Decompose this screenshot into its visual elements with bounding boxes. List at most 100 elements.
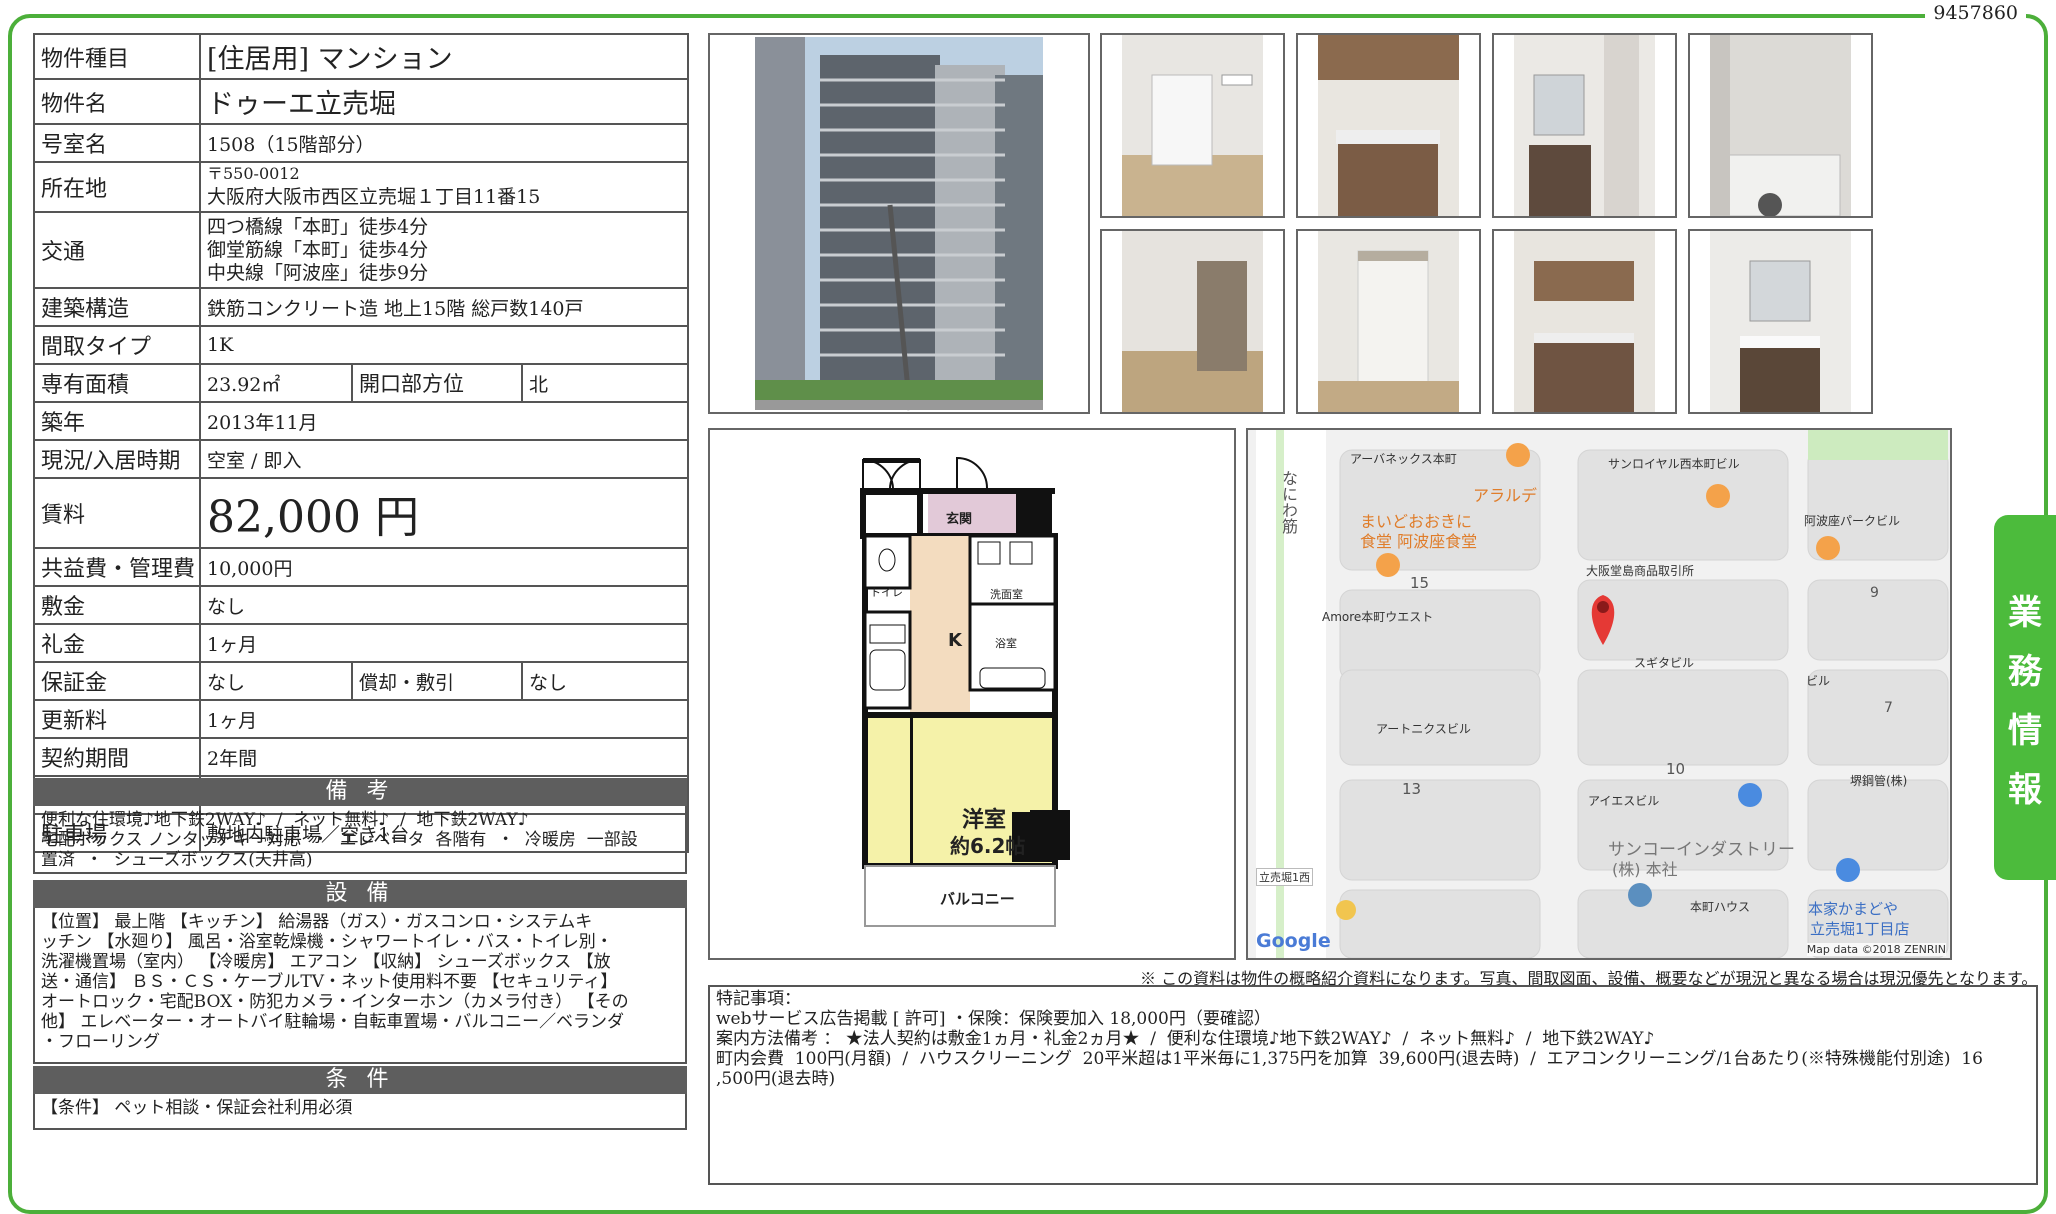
structure-label: 建築構造 xyxy=(33,287,201,327)
postal-code: 〒550-0012 xyxy=(207,164,300,183)
layout-value: 1K xyxy=(198,325,690,365)
address-label: 所在地 xyxy=(33,161,201,213)
reikin-value: 1ヶ月 xyxy=(198,623,690,663)
interior-photo-room[interactable] xyxy=(1100,33,1285,218)
interior-photo-vanity[interactable] xyxy=(1688,229,1873,414)
conditions-heading: 条 件 xyxy=(33,1066,687,1094)
deposit-value: なし xyxy=(199,661,353,701)
hallway-image xyxy=(1122,231,1263,412)
contract-value: 2年間 xyxy=(198,737,690,777)
room-size-label: 約6.2帖 xyxy=(950,834,1026,858)
name-label: 物件名 xyxy=(33,78,201,125)
map-label: 10 xyxy=(1666,760,1686,778)
map-label: Amore本町ウエスト xyxy=(1322,610,1434,624)
room-label: 号室名 xyxy=(33,123,201,163)
tab-char: 務 xyxy=(2008,651,2042,692)
map-label: 本町ハウス xyxy=(1690,900,1751,914)
area-value: 23.92㎡ xyxy=(199,363,353,403)
area-label: 専有面積 xyxy=(33,363,201,403)
built-value: 2013年11月 xyxy=(198,401,690,441)
remarks-heading: 備 考 xyxy=(33,778,687,806)
transport-cell: 四つ橋線「本町」徒歩4分 御堂筋線「本町」徒歩4分 中央線「阿波座」徒歩9分 xyxy=(198,211,690,289)
rent-label: 賃料 xyxy=(33,477,201,549)
map-label: アラルデ xyxy=(1473,486,1538,505)
map-label: 7 xyxy=(1884,700,1893,716)
shikikin-label: 敷金 xyxy=(33,585,201,625)
interior-photo-hallway[interactable] xyxy=(1100,229,1285,414)
map-label: 15 xyxy=(1410,574,1430,592)
special-notes-line: 町内会費 100円(月額) / ハウスクリーニング 20平米超は1平米毎に1,3… xyxy=(716,1049,1983,1089)
layout-label: 間取タイプ xyxy=(33,325,201,365)
map-label: アイエスビル xyxy=(1588,794,1660,808)
business-info-tab[interactable]: 業 務 情 報 xyxy=(1994,515,2056,880)
type-value: [住居用] マンション xyxy=(198,33,690,80)
vanity-image xyxy=(1710,231,1851,412)
kitchen-2-image xyxy=(1514,231,1655,412)
interior-photo-washroom[interactable] xyxy=(1492,33,1677,218)
map-label: 立売堀1西 xyxy=(1256,868,1313,886)
equipment-heading: 設 備 xyxy=(33,880,687,908)
map-label: 本家かまどや xyxy=(1808,900,1899,918)
direction-value: 北 xyxy=(520,363,690,403)
washroom-image xyxy=(1514,35,1655,216)
transport-line: 御堂筋線「本町」徒歩4分 xyxy=(207,238,429,261)
map-background xyxy=(1248,430,1950,958)
status-value: 空室 / 即入 xyxy=(198,439,690,479)
document-id: 9457860 xyxy=(1925,2,2026,24)
room-value: 1508（15階部分） xyxy=(198,123,690,163)
status-label: 現況/入居時期 xyxy=(33,439,201,479)
map-attribution: Map data ©2018 ZENRIN xyxy=(1806,943,1946,956)
renewal-label: 更新料 xyxy=(33,699,201,739)
bath-label: 浴室 xyxy=(995,637,1017,650)
floor-plan[interactable]: 玄関 トイレ K 洗面室 浴室 洋室 約6.2帖 バルコニー xyxy=(708,428,1236,960)
bathroom-image xyxy=(1710,35,1851,217)
map-label-street: なにわ筋 xyxy=(1279,470,1298,534)
kitchen-label: K xyxy=(948,630,962,651)
kitchen-image xyxy=(1318,35,1459,216)
tab-char: 業 xyxy=(2008,592,2042,633)
tab-char: 情 xyxy=(2008,710,2042,751)
map-label: アートニクスビル xyxy=(1376,722,1471,736)
address-cell: 〒550-0012 大阪府大阪市西区立売堀１丁目11番15 xyxy=(198,161,690,213)
interior-photo-bathroom[interactable] xyxy=(1688,33,1873,218)
renewal-value: 1ヶ月 xyxy=(198,699,690,739)
amortization-value: なし xyxy=(520,661,690,701)
closet-image xyxy=(1318,231,1459,412)
built-label: 築年 xyxy=(33,401,201,441)
map-label: 9 xyxy=(1870,585,1879,601)
map-label: 立売堀1丁目店 xyxy=(1810,920,1910,938)
fee-value: 10,000円 xyxy=(198,547,690,587)
name-value: ドゥーエ立売堀 xyxy=(198,78,690,125)
map-label: 大阪堂島商品取引所 xyxy=(1586,564,1695,578)
location-map[interactable]: なにわ筋 アーバネックス本町 サンロイヤル西本町ビル アラルデ まいどおおきに … xyxy=(1246,428,1952,960)
map-label: 食堂 阿波座食堂 xyxy=(1360,532,1478,551)
special-notes-title: 特記事項： xyxy=(716,989,801,1009)
deposit-label: 保証金 xyxy=(33,661,201,701)
rent-value: 82,000 円 xyxy=(198,477,690,549)
tab-char: 報 xyxy=(2008,769,2042,810)
amortization-label: 償却・敷引 xyxy=(351,661,523,701)
toilet-label: トイレ xyxy=(870,586,903,599)
conditions-text: 【条件】 ペット相談・保証会社利用必須 xyxy=(33,1094,687,1130)
map-label: 13 xyxy=(1402,780,1422,798)
google-logo: Google xyxy=(1256,930,1331,952)
interior-photo-closet[interactable] xyxy=(1296,229,1481,414)
equipment-text: 【位置】 最上階 【キッチン】 給湯器（ガス）・ガスコンロ・システムキ ッチン … xyxy=(33,908,687,1064)
map-label: アーバネックス本町 xyxy=(1350,452,1457,466)
map-label: 堺鋼管(株) xyxy=(1850,774,1908,788)
map-label: (株) 本社 xyxy=(1612,860,1678,879)
interior-photo-kitchen[interactable] xyxy=(1296,33,1481,218)
property-info-table: 物件種目 [住居用] マンション 物件名 ドゥーエ立売堀 号室名 1508（15階部分… xyxy=(33,33,690,853)
map-label: サンロイヤル西本町ビル xyxy=(1608,457,1740,471)
map-label: ビル xyxy=(1806,674,1831,688)
interior-photo-kitchen-2[interactable] xyxy=(1492,229,1677,414)
address-value: 大阪府大阪市西区立売堀１丁目11番15 xyxy=(207,186,541,208)
room-image xyxy=(1122,35,1263,216)
shikikin-value: なし xyxy=(198,585,690,625)
balcony-label: バルコニー xyxy=(940,890,1015,908)
fee-label: 共益費・管理費 xyxy=(33,547,201,587)
remarks-text: 便利な住環境♪地下鉄2WAY♪ / ネット無料♪ / 地下鉄2WAY♪ 宅配ボッ… xyxy=(33,806,687,874)
washroom-label: 洗面室 xyxy=(990,588,1023,601)
building-photo[interactable] xyxy=(708,33,1090,414)
building-image xyxy=(755,37,1043,411)
